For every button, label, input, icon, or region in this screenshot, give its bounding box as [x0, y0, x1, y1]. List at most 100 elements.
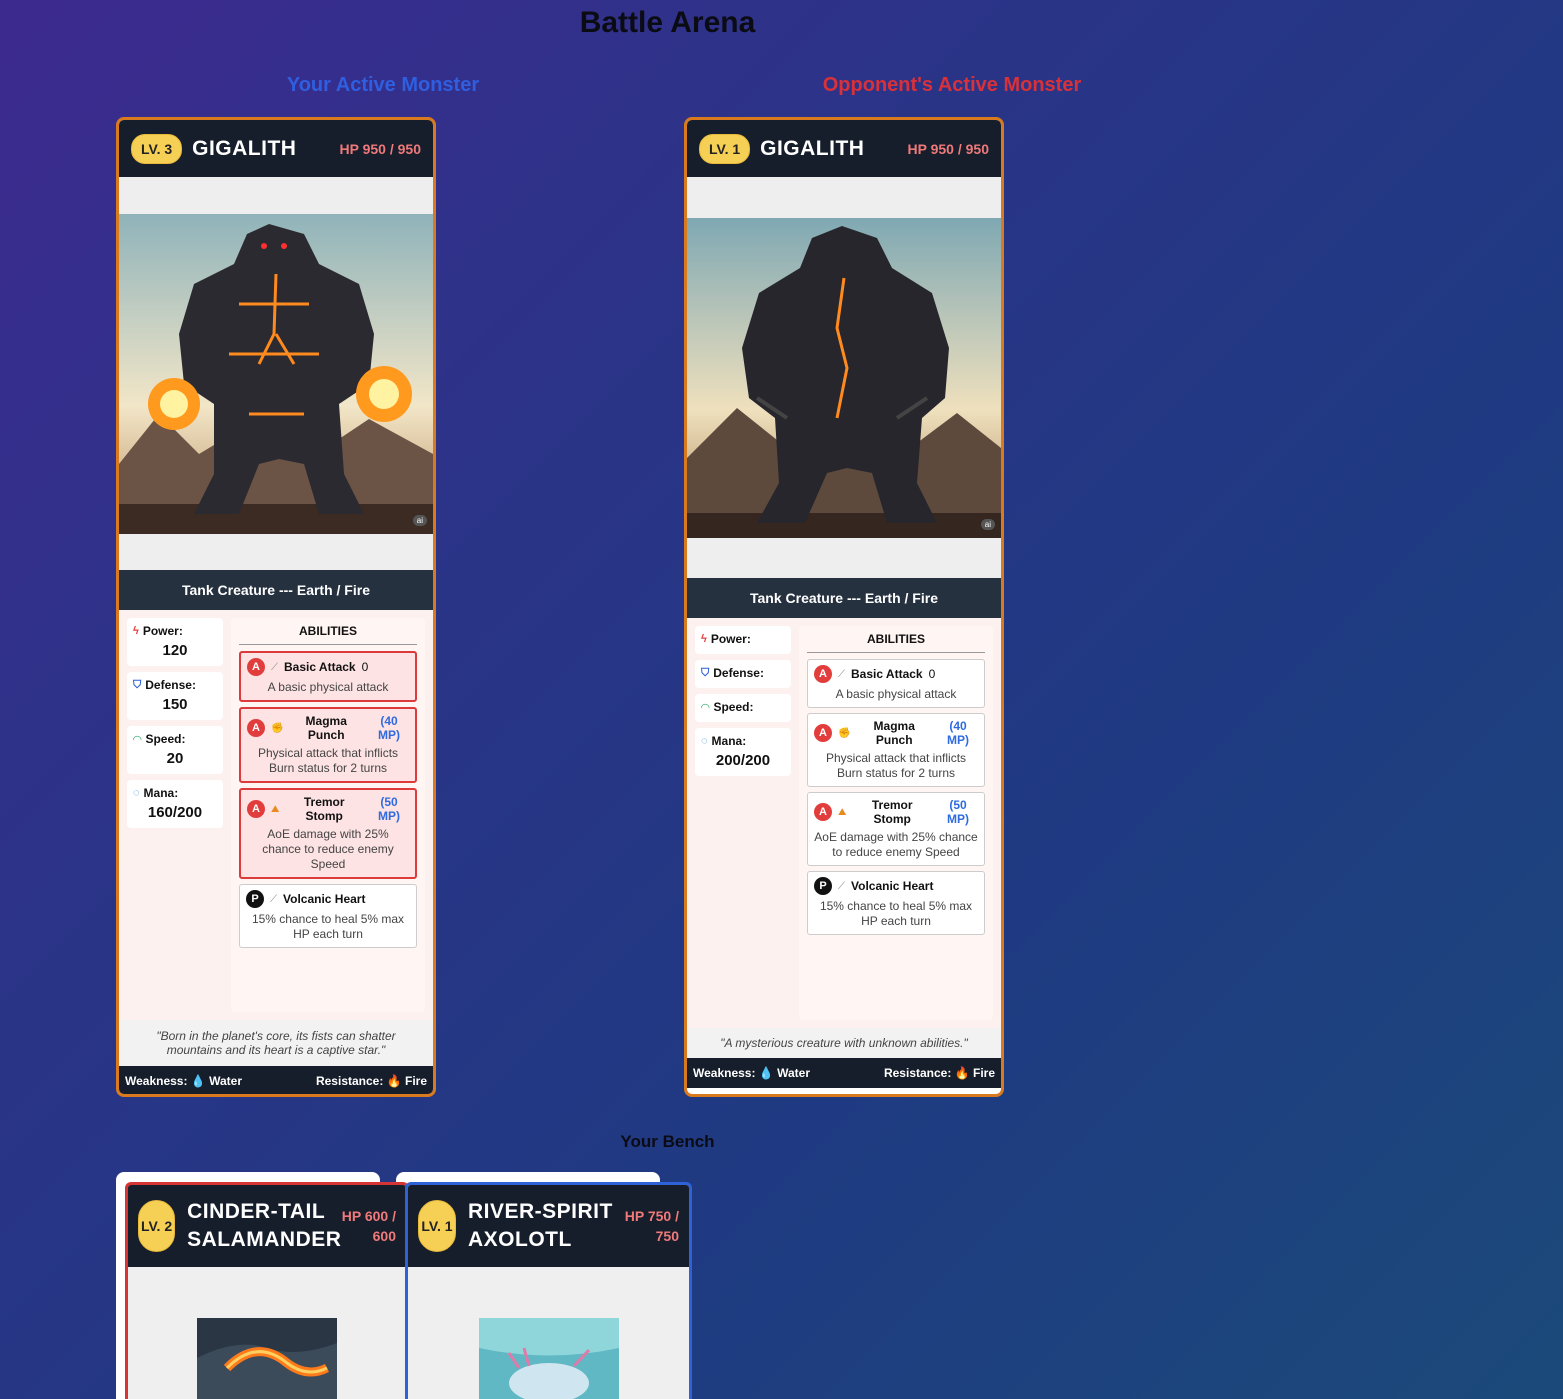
stat-speed: ◠ Speed:	[695, 694, 791, 722]
monster-name: GIGALITH	[760, 136, 865, 160]
ability-name: Magma Punch	[873, 719, 915, 747]
ability-desc: 15% chance to heal 5% max HP each turn	[819, 899, 973, 928]
stat-value: 160/200	[147, 804, 203, 821]
ability-name: Volcanic Heart	[851, 879, 934, 893]
active-badge: A	[814, 665, 832, 683]
fist-icon: ✊	[838, 727, 851, 739]
resistance-value: Fire	[972, 1066, 995, 1080]
level-badge: LV. 1	[418, 1200, 456, 1252]
level-badge: LV. 2	[138, 1200, 176, 1252]
stat-label: Defense:	[713, 666, 764, 680]
ability-name: Tremor Stomp	[303, 795, 345, 823]
abilities-panel: ABILITIES A ⟋ Basic Attack 0 A basic physic…	[231, 618, 425, 1012]
sword-icon: ⟋	[838, 880, 845, 892]
stat-label: Power:	[710, 632, 751, 646]
resistance-value: Fire	[404, 1074, 427, 1088]
bench-card-header: LV. 2 CINDER-TAIL SALAMANDER HP 600 / 60…	[128, 1185, 406, 1267]
droplets-icon: ◌	[133, 787, 140, 799]
stat-defense: ⛉ Defense:	[695, 660, 791, 688]
opponent-monster-card[interactable]: LV. 1 GIGALITH HP 950 / 950 ai Tank Crea…	[684, 117, 1004, 1097]
mountain-icon: ⛰	[838, 806, 847, 818]
ability-basic-attack: A ⟋ Basic Attack 0 A basic physical attack	[807, 659, 985, 708]
sword-icon: ⟋	[271, 661, 278, 673]
ability-desc: A basic physical attack	[267, 680, 389, 694]
stat-defense: ⛉ Defense: 150	[127, 672, 223, 720]
shield-icon: ⛉	[701, 666, 710, 679]
monster-name: GIGALITH	[192, 136, 297, 160]
fist-icon: ✊	[271, 722, 284, 734]
lightning-icon: ϟ	[701, 633, 707, 645]
stat-label: Speed:	[713, 700, 754, 714]
ability-cost: (50 MP)	[378, 795, 400, 823]
art-frame: ai	[119, 177, 433, 570]
ability-desc: AoE damage with 25% chance to reduce ene…	[814, 830, 978, 859]
type-bar: Tank Creature --- Earth / Fire	[687, 578, 1001, 618]
stat-value: 150	[162, 696, 188, 713]
sword-icon: ⟋	[270, 893, 277, 905]
ability-name: Volcanic Heart	[283, 892, 366, 906]
ability-desc: AoE damage with 25% chance to reduce ene…	[262, 827, 394, 871]
stat-label: Mana:	[143, 786, 179, 800]
ability-name: Basic Attack	[284, 660, 356, 674]
bench-card-header: LV. 1 RIVER-SPIRIT AXOLOTL HP 750 / 750	[408, 1185, 689, 1267]
ability-name: Magma Punch	[305, 714, 347, 742]
flame-icon: 🔥	[386, 1074, 402, 1088]
stat-value: 120	[162, 642, 188, 659]
stats-column: ϟ Power: 120 ⛉ Defense: 150 ◠ Speed: 20 ◌ Ma…	[127, 618, 223, 1012]
stat-power: ϟ Power: 120	[127, 618, 223, 666]
shield-icon: ⛉	[133, 678, 142, 691]
type-bar: Tank Creature --- Earth / Fire	[119, 570, 433, 610]
resistance-label: Resistance:	[315, 1074, 384, 1088]
resistance-label: Resistance:	[883, 1066, 952, 1080]
bench-card-salamander[interactable]: LV. 2 CINDER-TAIL SALAMANDER HP 600 / 60…	[125, 1182, 409, 1399]
ability-volcanic-heart[interactable]: P ⟋ Volcanic Heart 15% chance to heal 5% m…	[239, 884, 417, 948]
monster-art: ai	[687, 217, 1001, 538]
active-badge: A	[814, 803, 832, 821]
card-footer: Weakness: 💧 Water Resistance: 🔥 Fire	[687, 1058, 1001, 1088]
ability-volcanic-heart: P ⟋ Volcanic Heart 15% chance to heal 5% m…	[807, 871, 985, 935]
gauge-icon: ◠	[133, 733, 142, 746]
active-badge: A	[247, 658, 265, 676]
stat-power: ϟ Power:	[695, 626, 791, 654]
level-badge: LV. 1	[699, 133, 751, 164]
abilities-title: ABILITIES	[807, 632, 985, 653]
card-header: LV. 3 GIGALITH HP 950 / 950	[119, 120, 433, 177]
ability-name: Basic Attack	[851, 667, 923, 681]
ability-magma-punch[interactable]: A ✊ Magma Punch (40 MP) Physical attack tha…	[239, 707, 417, 783]
ability-cost: 0	[361, 660, 369, 674]
weakness-label: Weakness:	[125, 1074, 188, 1088]
ability-desc: 15% chance to heal 5% max HP each turn	[251, 912, 405, 941]
droplet-icon: 💧	[190, 1074, 206, 1088]
bench-card-axolotl[interactable]: LV. 1 RIVER-SPIRIT AXOLOTL HP 750 / 750	[405, 1182, 692, 1399]
card-body: ϟ Power: 120 ⛉ Defense: 150 ◠ Speed: 20 ◌ Ma…	[119, 610, 433, 1020]
weakness-label: Weakness:	[693, 1066, 756, 1080]
passive-badge: P	[814, 877, 832, 895]
abilities-panel: ABILITIES A ⟋ Basic Attack 0 A basic physic…	[799, 626, 993, 1020]
ability-tremor-stomp[interactable]: A ⛰ Tremor Stomp (50 MP) AoE damage with 25…	[239, 788, 417, 879]
sword-icon: ⟋	[838, 668, 845, 680]
monster-art	[478, 1318, 619, 1399]
ability-cost: (40 MP)	[378, 714, 400, 742]
abilities-title: ABILITIES	[239, 624, 417, 645]
mountain-icon: ⛰	[271, 803, 280, 815]
stat-label: Speed:	[145, 732, 186, 746]
page-title: Battle Arena	[579, 6, 756, 39]
flavor-text: "Born in the planet's core, its fists ca…	[119, 1020, 433, 1066]
weakness-value: Water	[777, 1066, 811, 1080]
flavor-text: "A mysterious creature with unknown abil…	[687, 1028, 1001, 1058]
hp-readout: HP 950 / 950	[907, 140, 989, 157]
gauge-icon: ◠	[701, 701, 710, 714]
droplet-icon: 💧	[758, 1066, 774, 1080]
lightning-icon: ϟ	[133, 625, 139, 637]
ability-basic-attack[interactable]: A ⟋ Basic Attack 0 A basic physical attack	[239, 651, 417, 702]
ability-desc: Physical attack that inflicts Burn statu…	[825, 751, 967, 780]
hp-readout: HP 950 / 950	[339, 140, 421, 157]
ability-cost: (40 MP)	[947, 719, 969, 747]
your-active-label: Your Active Monster	[286, 74, 480, 96]
stats-column: ϟ Power: ⛉ Defense: ◠ Speed: ◌ Mana: 200/200	[695, 626, 791, 1020]
ability-desc: Physical attack that inflicts Burn statu…	[257, 746, 399, 775]
level-badge: LV. 3	[131, 133, 183, 164]
your-monster-card[interactable]: LV. 3 GIGALITH HP 950 / 950 ai Tank Crea…	[116, 117, 436, 1097]
stat-label: Power:	[142, 624, 183, 638]
active-badge: A	[814, 724, 832, 742]
